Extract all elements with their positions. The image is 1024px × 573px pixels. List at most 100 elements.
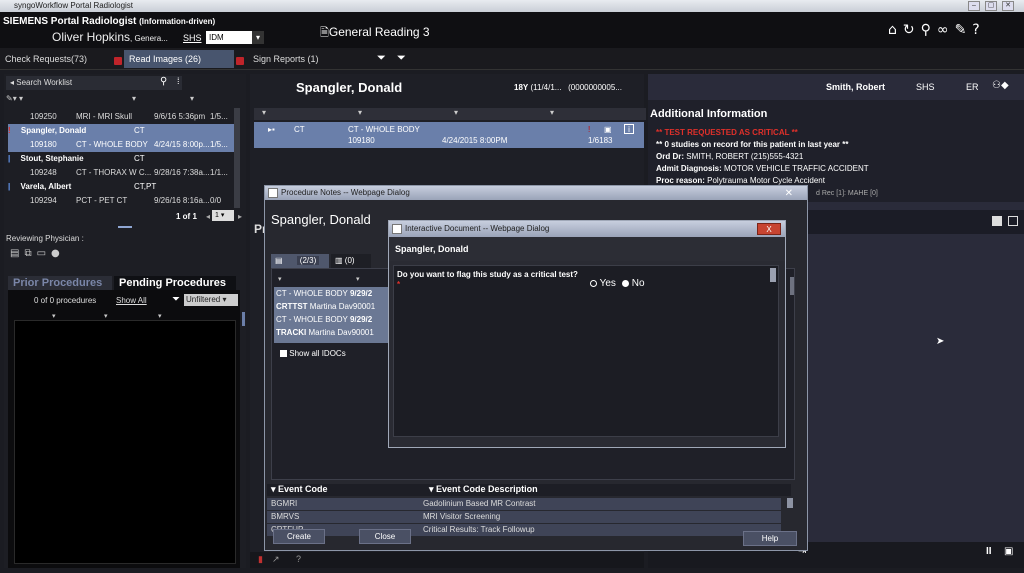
worklist-row-detail[interactable]: 109294 PCT - PET CT 9/26/16 8:16a... 0/0 [8,194,234,208]
close-button[interactable]: Close [359,529,411,544]
no-radio[interactable]: No [622,278,645,289]
page-next-icon[interactable]: ▸ [238,212,242,221]
layout-single-icon[interactable] [992,216,1002,226]
image-icon[interactable]: ▣ [604,125,612,134]
filter-icon[interactable]: ⏷ [172,294,180,305]
resize-handle[interactable] [118,226,132,228]
sort-icon[interactable]: ✎▾ ▾ [6,94,23,103]
tab-read-images[interactable]: Read Images (26) [124,50,234,68]
notes-scrollbar[interactable] [790,277,794,295]
close-window-button[interactable]: ✕ [1002,1,1014,11]
worklist-row-detail[interactable]: 109248 CT - THORAX W C... 9/28/16 7:38a.… [8,166,234,180]
study-row[interactable]: ▸▪ CT CT - WHOLE BODY 109180 4/24/2015 8… [254,122,644,148]
show-all-link[interactable]: Show All [116,296,147,305]
event-description-header: ▾ Event Code Description [429,484,538,494]
filter-clear-icon[interactable]: ⏷ [397,51,406,65]
sort-arrow-icon[interactable]: ▾ [358,108,362,117]
checkbox[interactable] [280,350,287,358]
monitor-icon[interactable]: ▭ [37,248,51,259]
tab-attachments[interactable]: ▥ (0) [331,254,371,268]
pin-icon[interactable]: ↗ [272,554,280,565]
mouse-cursor-icon: ➤ [936,336,945,347]
filter-select[interactable]: Unfiltered ▾ [184,294,238,306]
close-icon[interactable]: ✕ [785,188,793,199]
list-item[interactable]: CT - WHOLE BODY 9/29/2 [274,313,390,326]
pause-icon[interactable]: II [986,546,992,557]
document-icon[interactable]: ▤ [10,248,24,259]
info-icon[interactable]: i [624,124,634,134]
more-icon[interactable]: ⁞ [177,76,180,86]
refresh-icon[interactable]: ↻ [903,22,921,38]
splitter-handle[interactable] [242,312,245,326]
question-scrollbar[interactable] [770,268,776,282]
sort-arrow-icon[interactable]: ▾ [271,484,276,494]
close-dialog-button[interactable]: X [757,223,781,235]
worklist-row-selected[interactable]: ! Spangler, Donald CT [8,124,234,138]
link-icon[interactable]: ∞ [937,22,955,38]
tab-pending-procedures[interactable]: Pending Procedures [114,276,236,290]
sort-arrow-icon[interactable]: ▾ [52,312,56,320]
maximize-button[interactable]: ▢ [985,1,997,11]
people-icon[interactable]: ⚇◆ [992,80,1009,91]
radio-unchecked-icon[interactable] [590,279,597,287]
hint-icon[interactable]: ? [296,554,301,564]
sort-arrow-icon[interactable]: ▾ [550,108,554,117]
sort-arrow-icon[interactable]: ▾ [158,312,162,320]
create-button[interactable]: Create [273,529,325,544]
minimize-button[interactable]: – [968,1,980,11]
worklist-row[interactable]: | Stout, Stephanie CT [8,152,234,166]
save-icon[interactable]: ▣ [1004,546,1013,557]
user-search-icon[interactable]: ⚲ [921,22,937,38]
layout-split-icon[interactable] [1008,216,1018,226]
tab-notes[interactable]: ▤ (2/3) [271,254,329,268]
workspace-title: 🗎General Reading 3 [320,25,430,39]
worklist-scrollbar[interactable] [234,108,240,208]
site-select[interactable]: IDM ▾ [206,31,264,44]
list-item[interactable]: CRTTST Martina Dav90001 [274,300,390,313]
network-icon[interactable]: ⧉ [24,248,36,259]
site-label: SHS [183,33,202,43]
sort-arrow-icon[interactable]: ▾ [104,312,108,320]
notes-list[interactable]: CT - WHOLE BODY 9/29/2 CRTTST Martina Da… [274,287,390,343]
home-icon[interactable]: ⌂ [888,22,903,38]
worklist-row[interactable]: | Varela, Albert CT,PT [8,180,234,194]
interactive-document-titlebar[interactable]: Interactive Document -- Webpage Dialog [389,221,785,237]
sort-arrow-icon[interactable]: ▾ [190,94,194,103]
tab-check-requests[interactable]: Check Requests(73) [0,50,120,68]
expand-icon[interactable]: ▸▪ [268,125,275,134]
prior-procedures-panel: 0 of 0 procedures Show All ⏷ Unfiltered … [8,290,240,568]
radio-checked-icon[interactable] [622,279,629,287]
filter-icon[interactable]: ⏷ [377,51,386,65]
note-icon: ▤ [275,256,283,265]
worklist-row-selected-detail[interactable]: 109180 CT - WHOLE BODY 4/24/15 8:00p... … [8,138,234,152]
procedure-notes-titlebar[interactable]: Procedure Notes -- Webpage Dialog [265,186,807,200]
search-worklist-input[interactable]: ◂ Search Worklist [6,76,182,90]
chevron-down-icon: ▾ [252,31,264,44]
tab-prior-procedures[interactable]: Prior Procedures [8,276,112,290]
search-icon[interactable]: ⚲ [160,76,167,87]
table-row[interactable]: BMRVS MRI Visitor Screening [267,511,781,523]
list-item[interactable]: TRACKI Martina Dav90001 [274,326,390,339]
event-code-header: ▾ Event Code [271,484,328,494]
sort-arrow-icon[interactable]: ▾ [262,108,266,117]
show-all-idocs-checkbox[interactable]: Show all IDOCs [280,349,346,358]
table-row[interactable]: CRTFUP Critical Results: Track Followup [267,524,781,536]
help-button[interactable]: Help [743,531,797,546]
sort-arrow-icon[interactable]: ▾ [278,275,282,283]
page-prev-icon[interactable]: ◂ [206,212,210,221]
wrench-icon[interactable]: ✎ [955,22,973,38]
yes-radio[interactable]: Yes [590,278,616,289]
sort-arrow-icon[interactable]: ▾ [132,94,136,103]
page-select[interactable]: 1 ▾ [212,210,234,221]
worklist-row[interactable]: 109250 MRI - MRI Skull 9/6/16 5:36pm 1/5… [8,110,234,124]
sort-arrow-icon[interactable]: ▾ [429,484,434,494]
sort-arrow-icon[interactable]: ▾ [356,275,360,283]
critical-flag-icon: ! [8,126,11,135]
table-row[interactable]: BGMRI Gadolinium Based MR Contrast [267,498,781,510]
sort-arrow-icon[interactable]: ▾ [454,108,458,117]
event-scrollbar[interactable] [787,498,793,508]
flag-icon[interactable]: ▮ [258,554,263,565]
list-item[interactable]: CT - WHOLE BODY 9/29/2 [274,287,390,300]
help-icon[interactable]: ? [972,22,985,38]
tab-sign-reports[interactable]: Sign Reports (1) [248,50,358,68]
